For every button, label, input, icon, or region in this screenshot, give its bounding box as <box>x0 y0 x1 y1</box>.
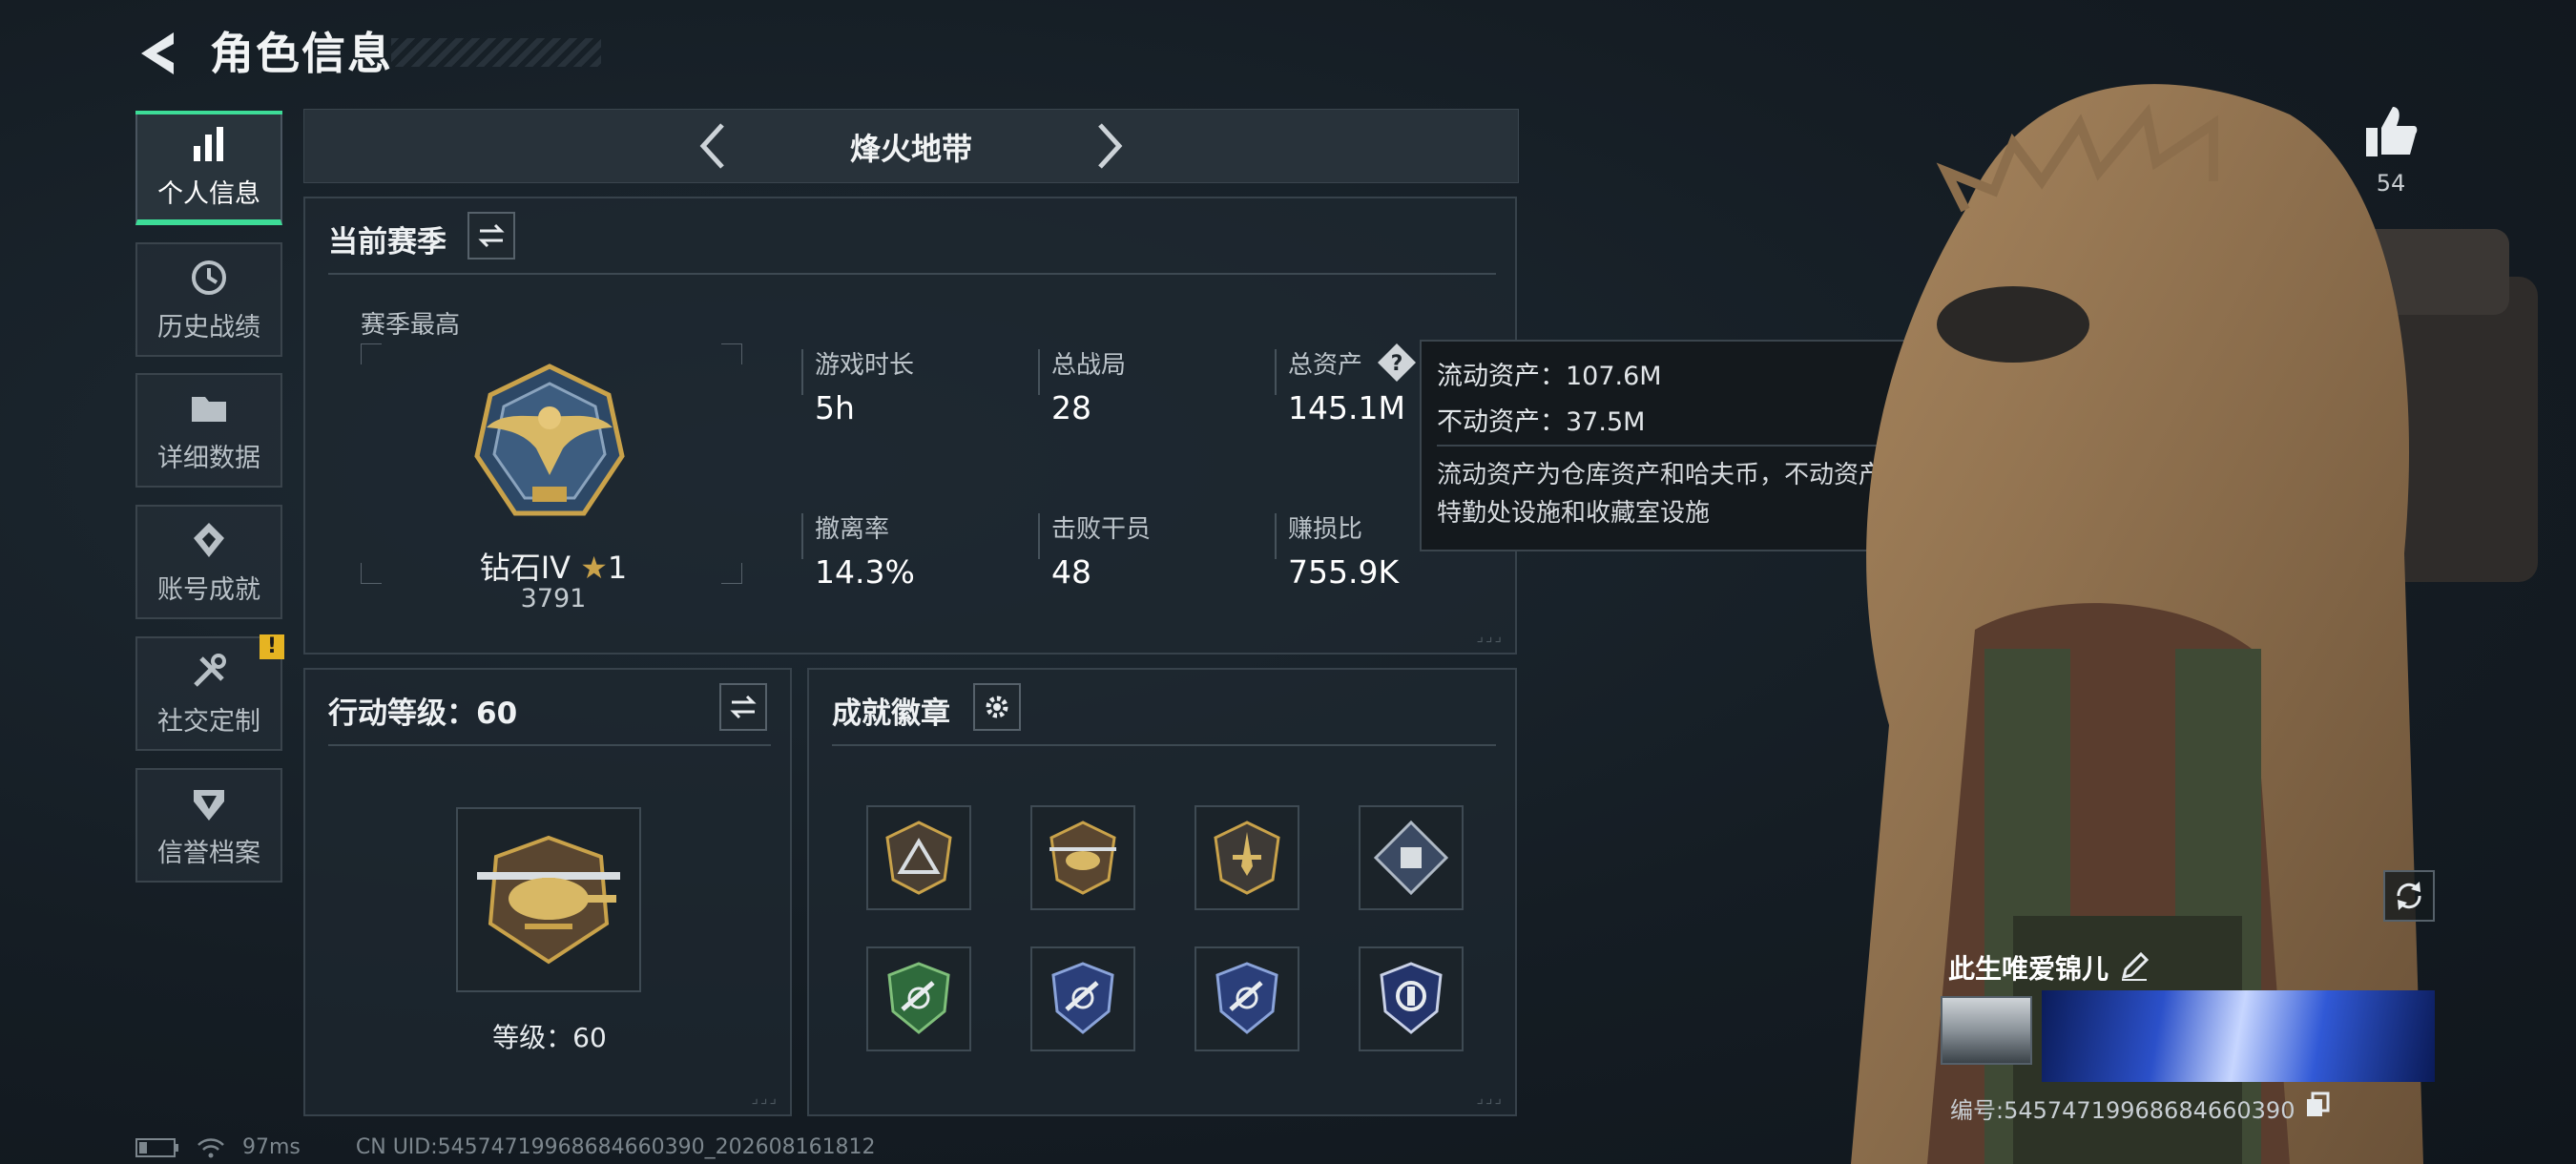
season-title: 当前赛季 <box>328 225 447 260</box>
rank-emblem-icon <box>474 364 625 516</box>
rank-score: 3791 <box>520 584 587 613</box>
sidebar-item-label: 历史战绩 <box>157 312 260 343</box>
achievements-title: 成就徽章 <box>832 696 950 731</box>
like-count: 54 <box>2376 170 2406 197</box>
sidebar-item-achievements[interactable]: 账号成就 <box>135 505 282 619</box>
back-icon[interactable] <box>135 27 189 80</box>
sidebar-item-label: 详细数据 <box>157 443 260 473</box>
rank-line: 钻石IV ★1 <box>363 544 744 588</box>
triangle-badge-icon <box>885 821 952 895</box>
status-bar: 97ms CN UID:54574719968684660390_2026081… <box>135 1135 876 1159</box>
battery-icon <box>135 1137 178 1157</box>
mode-selector: 烽火地带 <box>303 109 1519 183</box>
achievement-badge[interactable] <box>1030 946 1135 1051</box>
stat-label-extract-rate: 撤离率 <box>815 515 890 544</box>
dagger-badge-icon <box>1214 821 1280 895</box>
helicopter-badge-icon <box>1049 821 1116 895</box>
avatar[interactable] <box>1941 996 2032 1065</box>
stat-label-playtime: 游戏时长 <box>815 351 915 380</box>
uid-text: CN UID:54574719968684660390_202608161812 <box>355 1135 876 1159</box>
achievement-badge[interactable] <box>1359 946 1464 1051</box>
player-name: 此生唯爱锦儿 <box>1948 953 2109 985</box>
stat-value-extract-rate: 14.3% <box>815 553 915 591</box>
sidebar-item-personal-info[interactable]: 个人信息 <box>135 111 282 225</box>
profile-banner[interactable] <box>2042 990 2435 1082</box>
achievement-badge[interactable] <box>866 805 971 910</box>
stat-label-total-assets: 总资产 <box>1288 351 1363 380</box>
achievement-badge[interactable] <box>1359 805 1464 910</box>
level-label: 等级：60 <box>492 1022 607 1053</box>
blue-shield-badge-icon <box>1051 962 1114 1034</box>
mode-title: 烽火地带 <box>849 131 972 167</box>
edit-icon[interactable] <box>2118 950 2150 983</box>
blue-emblem-badge-icon <box>1380 962 1443 1034</box>
achievements-panel: 成就徽章 ⌟⌟⌟ <box>807 668 1517 1116</box>
level-panel: 行动等级：60 等级：60 ⌟⌟⌟ <box>303 668 792 1116</box>
achievement-badge[interactable] <box>866 946 971 1051</box>
sidebar-item-details[interactable]: 详细数据 <box>135 373 282 488</box>
copy-icon[interactable] <box>2303 1090 2332 1118</box>
gear-icon <box>986 696 1008 718</box>
swap-icon <box>478 223 505 248</box>
achievement-badge[interactable] <box>1195 946 1299 1051</box>
season-best-label: 赛季最高 <box>361 311 461 340</box>
title-decoration <box>391 38 601 67</box>
player-id: 编号:5457471996868466039​0 <box>1950 1097 2296 1124</box>
bar-chart-icon <box>194 126 223 161</box>
sidebar-item-label: 信誉档案 <box>157 838 260 868</box>
diamond-badge-icon <box>1373 820 1449 896</box>
folder-icon <box>192 396 226 422</box>
level-emblem-frame <box>456 807 641 992</box>
helicopter-emblem-icon <box>477 835 620 965</box>
rotate-model-button[interactable] <box>2383 870 2435 922</box>
achievement-badge[interactable] <box>1195 805 1299 910</box>
sidebar-item-social[interactable]: 社交定制 ! <box>135 634 284 751</box>
rank-name: 钻石IV <box>479 550 571 586</box>
thumbs-up-icon[interactable] <box>2362 103 2420 160</box>
achievement-badge[interactable] <box>1030 805 1135 910</box>
sidebar-item-label: 社交定制 <box>157 706 260 737</box>
season-switch-button[interactable] <box>467 212 515 260</box>
rank-stars: 1 <box>607 550 628 586</box>
shield-icon <box>194 789 224 821</box>
sidebar-item-history[interactable]: 历史战绩 <box>135 242 282 357</box>
achievement-icon <box>194 522 224 557</box>
star-icon: ★ <box>580 550 608 586</box>
help-icon[interactable]: ? <box>1376 342 1418 384</box>
stat-label-profit-ratio: 赚损比 <box>1288 515 1363 544</box>
history-icon <box>192 260 226 295</box>
tools-icon <box>194 653 226 687</box>
swap-icon <box>730 695 757 719</box>
stat-value-profit-ratio: 755.9K <box>1288 553 1400 591</box>
page-title: 角色信息 <box>210 28 393 79</box>
stat-value-playtime: 5h <box>815 389 855 426</box>
sidebar-item-label: 个人信息 <box>157 178 260 209</box>
chevron-right-icon[interactable] <box>1079 117 1136 175</box>
stat-value-kills: 48 <box>1051 553 1091 591</box>
level-switch-button[interactable] <box>719 683 767 731</box>
ping-value: 97ms <box>242 1135 301 1159</box>
sidebar-item-reputation[interactable]: 信誉档案 <box>135 768 282 883</box>
blue-shield-badge-icon <box>1215 962 1278 1034</box>
stat-label-kills: 击败干员 <box>1051 515 1152 544</box>
warning-badge: ! <box>260 634 284 659</box>
stat-label-matches: 总战局 <box>1051 351 1127 380</box>
stat-value-matches: 28 <box>1051 389 1091 426</box>
green-shield-badge-icon <box>887 962 950 1034</box>
sidebar-item-label: 账号成就 <box>157 574 260 605</box>
stat-value-total-assets: 145.1M <box>1288 389 1405 426</box>
wifi-icon <box>197 1137 224 1157</box>
achievements-settings-button[interactable] <box>973 683 1021 731</box>
rotate-icon <box>2397 882 2421 910</box>
level-title: 行动等级：60 <box>328 696 518 731</box>
season-panel: 当前赛季 赛季最高 钻石IV ★1 3791 游戏时长 5h 总战局 28 总资… <box>303 197 1517 655</box>
svg-text:?: ? <box>1391 352 1403 376</box>
